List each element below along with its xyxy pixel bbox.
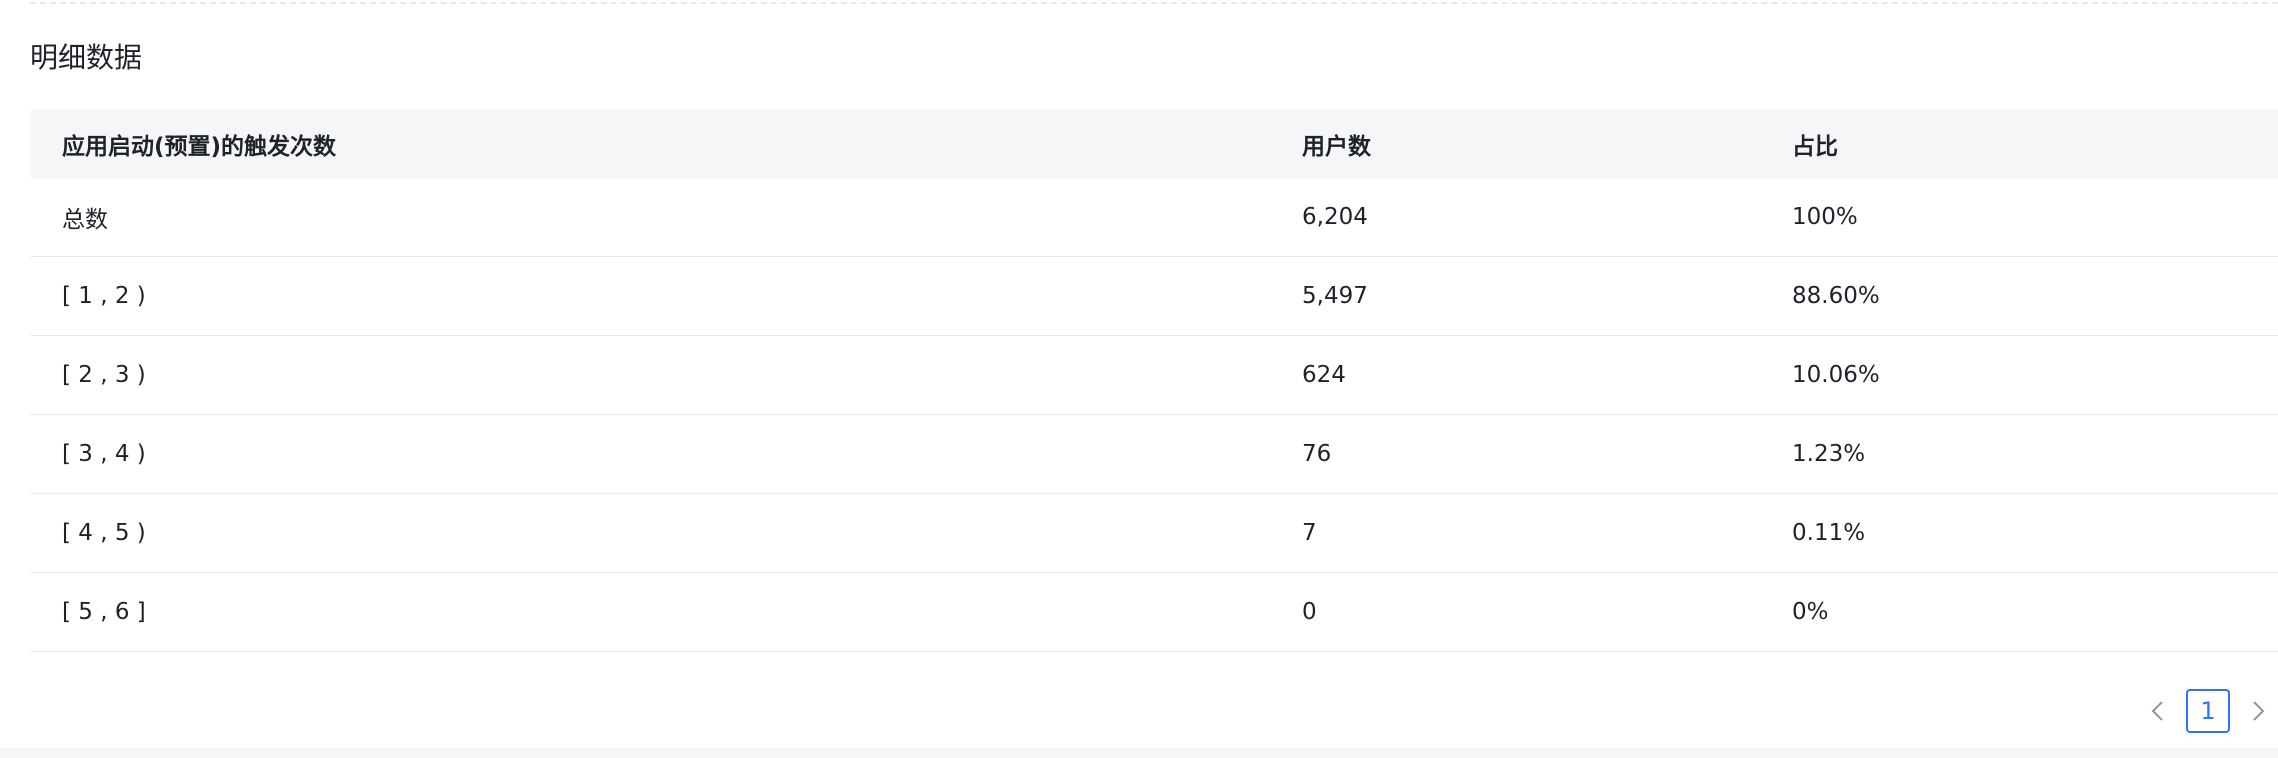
row-ratio: 0% xyxy=(1792,599,1829,625)
detail-table: 应用启动(预置)的触发次数 用户数 占比 总数 6,204 100% [ 1 ,… xyxy=(30,110,2278,652)
next-page-button[interactable] xyxy=(2240,688,2276,734)
row-users: 76 xyxy=(1302,441,1332,467)
row-ratio: 88.60% xyxy=(1792,283,1880,309)
row-ratio: 100% xyxy=(1792,204,1858,230)
row-range: [ 5 , 6 ] xyxy=(62,599,146,625)
row-range: 总数 xyxy=(62,207,108,233)
detail-data-panel: 明细数据 应用启动(预置)的触发次数 用户数 占比 总数 6,204 100% … xyxy=(0,0,2278,748)
table-row: [ 5 , 6 ] 0 0% xyxy=(30,573,2278,652)
chevron-right-icon xyxy=(2253,701,2265,721)
column-header-users: 用户数 xyxy=(1302,134,1371,160)
section-title: 明细数据 xyxy=(30,41,143,74)
row-range: [ 4 , 5 ) xyxy=(62,520,146,546)
chevron-left-icon xyxy=(2151,701,2163,721)
row-range: [ 3 , 4 ) xyxy=(62,441,146,467)
row-users: 5,497 xyxy=(1302,283,1368,309)
row-range: [ 1 , 2 ) xyxy=(62,283,146,309)
table-row: [ 3 , 4 ) 76 1.23% xyxy=(30,415,2278,494)
table-row: [ 2 , 3 ) 624 10.06% xyxy=(30,336,2278,415)
page-button-current[interactable]: 1 xyxy=(2186,689,2230,733)
table-row: [ 4 , 5 ) 7 0.11% xyxy=(30,494,2278,573)
column-header-trigger-count: 应用启动(预置)的触发次数 xyxy=(62,134,337,160)
table-header-row: 应用启动(预置)的触发次数 用户数 占比 xyxy=(30,110,2278,178)
row-users: 0 xyxy=(1302,599,1317,625)
pagination: 1 xyxy=(2140,688,2276,734)
row-ratio: 10.06% xyxy=(1792,362,1880,388)
row-users: 6,204 xyxy=(1302,204,1368,230)
table-row: 总数 6,204 100% xyxy=(30,178,2278,257)
row-users: 7 xyxy=(1302,520,1317,546)
prev-page-button[interactable] xyxy=(2140,688,2176,734)
column-header-ratio: 占比 xyxy=(1792,134,1838,160)
row-users: 624 xyxy=(1302,362,1346,388)
row-ratio: 1.23% xyxy=(1792,441,1866,467)
table-row: [ 1 , 2 ) 5,497 88.60% xyxy=(30,257,2278,336)
row-range: [ 2 , 3 ) xyxy=(62,362,146,388)
row-ratio: 0.11% xyxy=(1792,520,1866,546)
section-divider xyxy=(30,2,2278,4)
